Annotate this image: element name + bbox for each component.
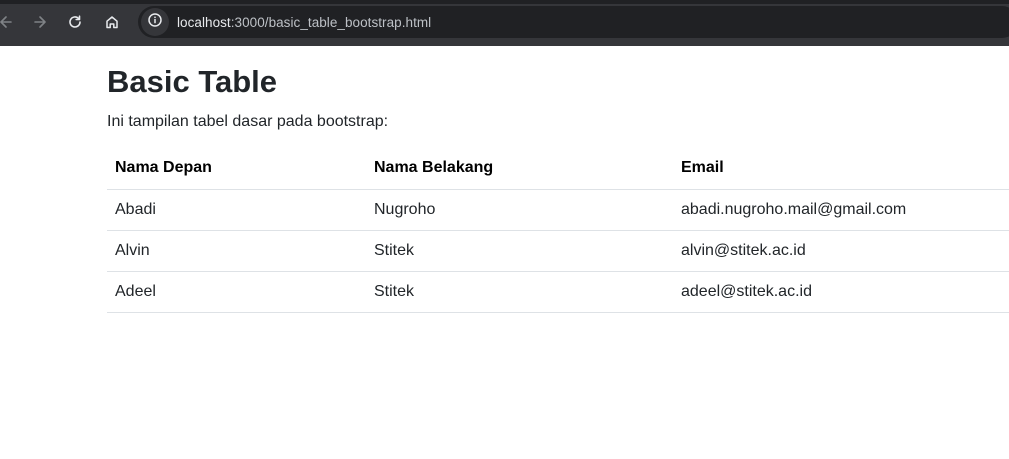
cell-last-name: Nugroho — [366, 189, 673, 231]
url-path: :3000/basic_table_bootstrap.html — [230, 14, 432, 30]
forward-button[interactable] — [26, 8, 54, 36]
cell-first-name: Alvin — [107, 230, 366, 272]
arrow-right-icon — [32, 14, 48, 30]
arrow-left-icon — [0, 14, 14, 30]
page-description: Ini tampilan tabel dasar pada bootstrap: — [107, 113, 389, 130]
home-button[interactable] — [98, 8, 126, 36]
header-nama-depan: Nama Depan — [107, 148, 366, 190]
url-text[interactable]: localhost:3000/basic_table_bootstrap.htm… — [177, 15, 431, 30]
cell-last-name: Stitek — [366, 271, 673, 313]
address-bar[interactable]: localhost:3000/basic_table_bootstrap.htm… — [138, 6, 1009, 38]
cell-email: adeel@stitek.ac.id — [673, 271, 1009, 313]
cell-email: abadi.nugroho.mail@gmail.com — [673, 189, 1009, 231]
browser-toolbar: localhost:3000/basic_table_bootstrap.htm… — [0, 0, 1009, 46]
info-circle-icon — [147, 12, 163, 33]
cell-email: alvin@stitek.ac.id — [673, 230, 1009, 272]
back-button[interactable] — [0, 8, 20, 36]
header-nama-belakang: Nama Belakang — [366, 148, 673, 190]
cell-last-name: Stitek — [366, 230, 673, 272]
page-content: Basic Table Ini tampilan tabel dasar pad… — [0, 46, 1009, 459]
table-row: Alvin Stitek alvin@stitek.ac.id — [107, 230, 1009, 272]
header-email: Email — [673, 148, 1009, 190]
site-info-button[interactable] — [141, 8, 169, 36]
cell-first-name: Adeel — [107, 271, 366, 313]
url-host: localhost — [177, 14, 231, 30]
table-row: Abadi Nugroho abadi.nugroho.mail@gmail.c… — [107, 189, 1009, 231]
table-header-row: Nama Depan Nama Belakang Email — [107, 148, 1009, 190]
data-table: Nama Depan Nama Belakang Email Abadi Nug… — [107, 148, 1009, 313]
page-title: Basic Table — [107, 64, 278, 99]
home-icon — [104, 14, 120, 30]
reload-icon — [67, 14, 83, 30]
cell-first-name: Abadi — [107, 189, 366, 231]
reload-button[interactable] — [61, 8, 89, 36]
table-row: Adeel Stitek adeel@stitek.ac.id — [107, 271, 1009, 313]
